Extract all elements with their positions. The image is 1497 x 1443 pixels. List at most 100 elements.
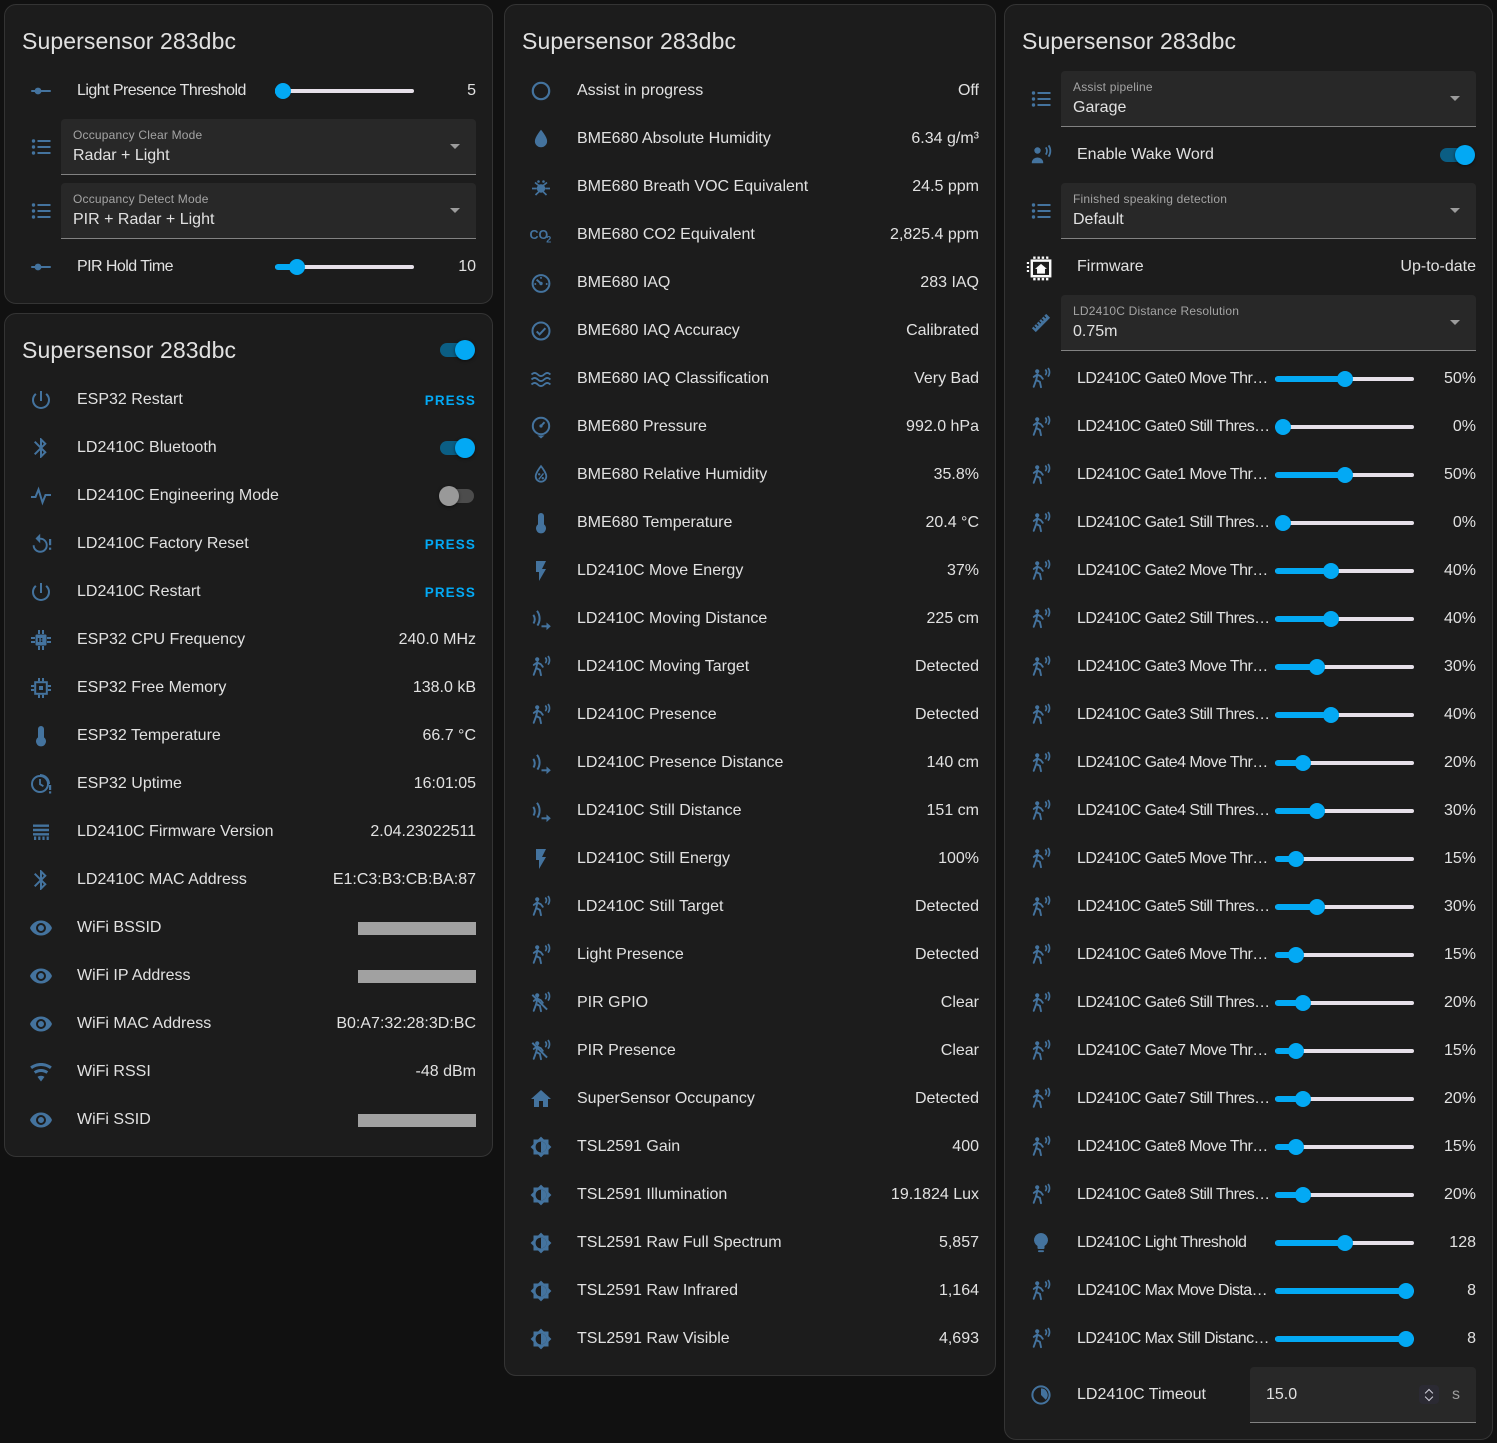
entity-row[interactable]: LD2410C Gate6 Still Thres…20%	[1005, 979, 1492, 1027]
entity-row[interactable]: BME680 IAQ ClassificationVery Bad	[505, 355, 995, 403]
entity-row[interactable]: TSL2591 Raw Visible4,693	[505, 1315, 995, 1363]
entity-toggle[interactable]	[440, 441, 474, 455]
entity-row[interactable]: FirmwareUp-to-date	[1005, 243, 1492, 291]
entity-row[interactable]: ESP32 Temperature66.7 °C	[5, 712, 492, 760]
entity-slider[interactable]	[1275, 1139, 1414, 1155]
entity-row[interactable]: LD2410C MAC AddressE1:C3:B3:CB:BA:87	[5, 856, 492, 904]
slider-knob[interactable]	[1288, 851, 1304, 867]
press-button[interactable]: PRESS	[425, 537, 476, 552]
entity-row[interactable]: LD2410C Still Distance151 cm	[505, 787, 995, 835]
select-ld2410c-distance-resolution[interactable]: LD2410C Distance Resolution0.75m	[1061, 295, 1476, 351]
entity-row[interactable]: LD2410C Gate7 Still Thres…20%	[1005, 1075, 1492, 1123]
entity-slider[interactable]	[1275, 1187, 1414, 1203]
entity-row[interactable]: LD2410C Gate2 Still Thres…40%	[1005, 595, 1492, 643]
select-occupancy-clear-mode[interactable]: Occupancy Clear ModeRadar + Light	[61, 119, 476, 175]
entity-row[interactable]: LD2410C Factory ResetPRESS	[5, 520, 492, 568]
slider-knob[interactable]	[1275, 515, 1291, 531]
entity-row[interactable]: LD2410C Moving TargetDetected	[505, 643, 995, 691]
entity-row[interactable]: LD2410C Timeout15.0s	[1005, 1363, 1492, 1427]
entity-row[interactable]: LD2410C Gate5 Still Thres…30%	[1005, 883, 1492, 931]
entity-toggle[interactable]	[440, 489, 474, 503]
entity-row[interactable]: ESP32 Free Memory138.0 kB	[5, 664, 492, 712]
entity-slider[interactable]	[1275, 803, 1414, 819]
slider-knob[interactable]	[1295, 995, 1311, 1011]
slider-knob[interactable]	[1337, 371, 1353, 387]
entity-row[interactable]: SuperSensor OccupancyDetected	[505, 1075, 995, 1123]
entity-row[interactable]: BME680 IAQ283 IAQ	[505, 259, 995, 307]
entity-row[interactable]: PIR Hold Time10	[5, 243, 492, 291]
entity-row[interactable]: BME680 Absolute Humidity6.34 g/m³	[505, 115, 995, 163]
press-button[interactable]: PRESS	[425, 585, 476, 600]
entity-row[interactable]: BME680 Relative Humidity35.8%	[505, 451, 995, 499]
entity-row[interactable]: Light Presence Threshold5	[5, 67, 492, 115]
entity-row[interactable]: LD2410C Gate6 Move Thr…15%	[1005, 931, 1492, 979]
entity-row[interactable]: BME680 IAQ AccuracyCalibrated	[505, 307, 995, 355]
entity-row[interactable]: PIR GPIOClear	[505, 979, 995, 1027]
entity-row[interactable]: WiFi IP Address	[5, 952, 492, 1000]
slider-knob[interactable]	[1288, 1043, 1304, 1059]
slider-knob[interactable]	[1295, 1187, 1311, 1203]
entity-row[interactable]: WiFi MAC AddressB0:A7:32:28:3D:BC	[5, 1000, 492, 1048]
entity-slider[interactable]	[1275, 371, 1414, 387]
entity-row[interactable]: ESP32 Uptime16:01:05	[5, 760, 492, 808]
entity-slider[interactable]	[1275, 851, 1414, 867]
entity-row[interactable]: LD2410C Move Energy37%	[505, 547, 995, 595]
entity-row[interactable]: TSL2591 Raw Infrared1,164	[505, 1267, 995, 1315]
slider-knob[interactable]	[1323, 563, 1339, 579]
entity-slider[interactable]	[1275, 467, 1414, 483]
entity-row[interactable]: LD2410C Gate3 Still Thres…40%	[1005, 691, 1492, 739]
entity-row[interactable]: LD2410C RestartPRESS	[5, 568, 492, 616]
entity-slider[interactable]	[1275, 611, 1414, 627]
entity-row[interactable]: Assist in progressOff	[505, 67, 995, 115]
entity-row[interactable]: LD2410C Gate8 Move Thr…15%	[1005, 1123, 1492, 1171]
slider-knob[interactable]	[1337, 1235, 1353, 1251]
entity-slider[interactable]	[1275, 1043, 1414, 1059]
entity-row[interactable]: TSL2591 Raw Full Spectrum5,857	[505, 1219, 995, 1267]
entity-row[interactable]: LD2410C Still Energy100%	[505, 835, 995, 883]
select-occupancy-detect-mode[interactable]: Occupancy Detect ModePIR + Radar + Light	[61, 183, 476, 239]
entity-row[interactable]: LD2410C Bluetooth	[5, 424, 492, 472]
entity-row[interactable]: LD2410C Presence Distance140 cm	[505, 739, 995, 787]
entity-row[interactable]: BME680 Pressure992.0 hPa	[505, 403, 995, 451]
slider-knob[interactable]	[1275, 419, 1291, 435]
entity-row[interactable]: LD2410C Moving Distance225 cm	[505, 595, 995, 643]
card-header-toggle[interactable]	[440, 343, 474, 357]
number-input[interactable]: 15.0s	[1250, 1367, 1476, 1423]
entity-row[interactable]: ESP32 RestartPRESS	[5, 376, 492, 424]
slider-knob[interactable]	[275, 83, 291, 99]
entity-row[interactable]: LD2410C Gate1 Still Thres…0%	[1005, 499, 1492, 547]
entity-row[interactable]: LD2410C Gate2 Move Thr…40%	[1005, 547, 1492, 595]
entity-row[interactable]: LD2410C Gate0 Move Thr…50%	[1005, 355, 1492, 403]
entity-row[interactable]: LD2410C Gate0 Still Thres…0%	[1005, 403, 1492, 451]
number-stepper[interactable]	[1419, 1385, 1439, 1404]
entity-slider[interactable]	[275, 83, 414, 99]
slider-knob[interactable]	[1309, 803, 1325, 819]
entity-row[interactable]: LD2410C Gate5 Move Thr…15%	[1005, 835, 1492, 883]
entity-row[interactable]: ESP32 CPU Frequency240.0 MHz	[5, 616, 492, 664]
entity-row[interactable]: LD2410C Light Threshold128	[1005, 1219, 1492, 1267]
entity-row[interactable]: PIR PresenceClear	[505, 1027, 995, 1075]
slider-knob[interactable]	[1323, 611, 1339, 627]
entity-row[interactable]: LD2410C Gate4 Move Thr…20%	[1005, 739, 1492, 787]
entity-row[interactable]: LD2410C Still TargetDetected	[505, 883, 995, 931]
slider-knob[interactable]	[1288, 1139, 1304, 1155]
entity-row[interactable]: LD2410C Max Move Dista…8	[1005, 1267, 1492, 1315]
entity-row[interactable]: WiFi SSID	[5, 1096, 492, 1144]
press-button[interactable]: PRESS	[425, 393, 476, 408]
entity-slider[interactable]	[1275, 1331, 1414, 1347]
entity-row[interactable]: BME680 Temperature20.4 °C	[505, 499, 995, 547]
slider-knob[interactable]	[1398, 1331, 1414, 1347]
slider-knob[interactable]	[1309, 659, 1325, 675]
slider-knob[interactable]	[1288, 947, 1304, 963]
entity-slider[interactable]	[1275, 1091, 1414, 1107]
slider-knob[interactable]	[1295, 755, 1311, 771]
entity-row[interactable]: LD2410C Gate7 Move Thr…15%	[1005, 1027, 1492, 1075]
entity-slider[interactable]	[275, 259, 414, 275]
entity-row[interactable]: BME680 Breath VOC Equivalent24.5 ppm	[505, 163, 995, 211]
entity-row[interactable]: TSL2591 Gain400	[505, 1123, 995, 1171]
entity-row[interactable]: WiFi RSSI-48 dBm	[5, 1048, 492, 1096]
entity-slider[interactable]	[1275, 707, 1414, 723]
entity-row[interactable]: Light PresenceDetected	[505, 931, 995, 979]
slider-knob[interactable]	[1295, 1091, 1311, 1107]
entity-slider[interactable]	[1275, 419, 1414, 435]
